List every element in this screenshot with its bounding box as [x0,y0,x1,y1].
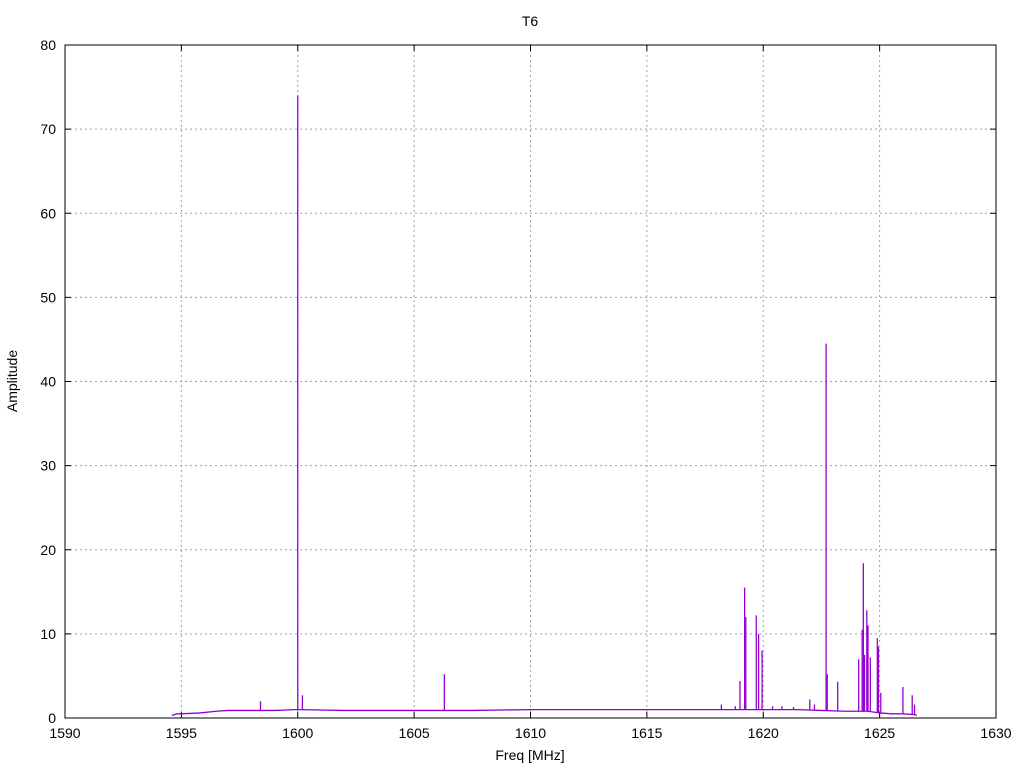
x-tick-label: 1590 [49,725,80,741]
y-tick-label: 80 [40,37,56,53]
x-tick-label: 1630 [980,725,1011,741]
chart-title: T6 [522,13,539,29]
x-tick-label: 1610 [515,725,546,741]
ticks: 1590 1595 1600 1605 1610 1615 1620 1625 1630 0 10 2… [40,37,1011,741]
y-axis-label: Amplitude [4,350,20,412]
x-tick-label: 1595 [166,725,197,741]
x-tick-label: 1605 [399,725,430,741]
y-tick-label: 70 [40,121,56,137]
y-tick-label: 50 [40,289,56,305]
series-t6 [171,95,918,717]
y-tick-label: 30 [40,458,56,474]
x-tick-label: 1600 [282,725,313,741]
grid [65,45,996,718]
y-tick-label: 60 [40,205,56,221]
y-tick-label: 0 [48,710,56,726]
x-tick-label: 1615 [631,725,662,741]
y-tick-label: 20 [40,542,56,558]
x-axis-label: Freq [MHz] [495,747,564,763]
x-tick-label: 1620 [748,725,779,741]
chart: 1590 1595 1600 1605 1610 1615 1620 1625 1630 0 10 2… [4,13,1012,763]
x-tick-label: 1625 [864,725,895,741]
y-tick-label: 10 [40,626,56,642]
y-tick-label: 40 [40,374,56,390]
series-baseline [171,708,918,717]
